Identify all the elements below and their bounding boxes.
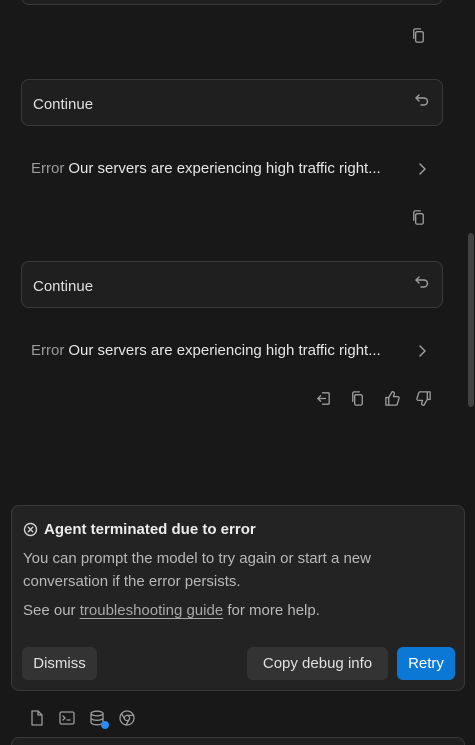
status-dot [101,721,109,729]
troubleshooting-guide-link[interactable]: troubleshooting guide [80,602,223,619]
error-card-title: Agent terminated due to error [23,521,256,538]
terminal-icon[interactable] [58,709,76,729]
error-row[interactable]: Error Our servers are experiencing high t… [31,160,431,182]
export-icon[interactable] [313,388,333,408]
undo-icon[interactable] [414,92,430,108]
database-icon[interactable] [88,709,109,729]
context-toolbar [28,709,136,729]
error-label: Error [31,160,65,177]
chevron-right-icon[interactable] [415,162,429,176]
copy-icon[interactable] [408,25,428,45]
scrollbar-thumb[interactable] [468,233,474,407]
copy-icon[interactable] [347,388,367,408]
user-message[interactable]: Continue [21,79,443,126]
error-label: Error [31,342,65,359]
user-message-text: Continue [33,96,94,113]
error-row[interactable]: Error Our servers are experiencing high t… [31,342,431,364]
chat-input-box[interactable] [11,737,465,745]
user-message-text: Continue [33,278,94,295]
retry-button[interactable]: Retry [397,647,455,680]
thumbs-up-icon[interactable] [382,388,402,408]
help-prefix: See our [23,602,76,619]
dismiss-button[interactable]: Dismiss [22,647,97,680]
scrollbar[interactable] [465,0,475,745]
undo-icon[interactable] [414,274,430,290]
help-suffix: for more help. [227,602,320,619]
error-message: Our servers are experiencing high traffi… [68,160,381,177]
error-message: Our servers are experiencing high traffi… [68,342,381,359]
previous-message-box [21,0,443,5]
error-circle-icon [23,522,38,537]
error-card-title-text: Agent terminated due to error [44,521,256,538]
user-message[interactable]: Continue [21,261,443,308]
file-icon[interactable] [28,709,46,729]
copy-icon[interactable] [408,207,428,227]
chat-panel: Continue Error Our servers are experienci… [0,0,475,745]
error-card-help: See our troubleshooting guide for more h… [23,602,320,619]
copy-debug-info-button[interactable]: Copy debug info [247,647,388,680]
error-card: Agent terminated due to error You can pr… [11,505,465,691]
chevron-right-icon[interactable] [415,344,429,358]
error-card-body: You can prompt the model to try again or… [23,550,371,590]
thumbs-down-icon[interactable] [413,388,433,408]
chrome-icon[interactable] [118,709,136,729]
